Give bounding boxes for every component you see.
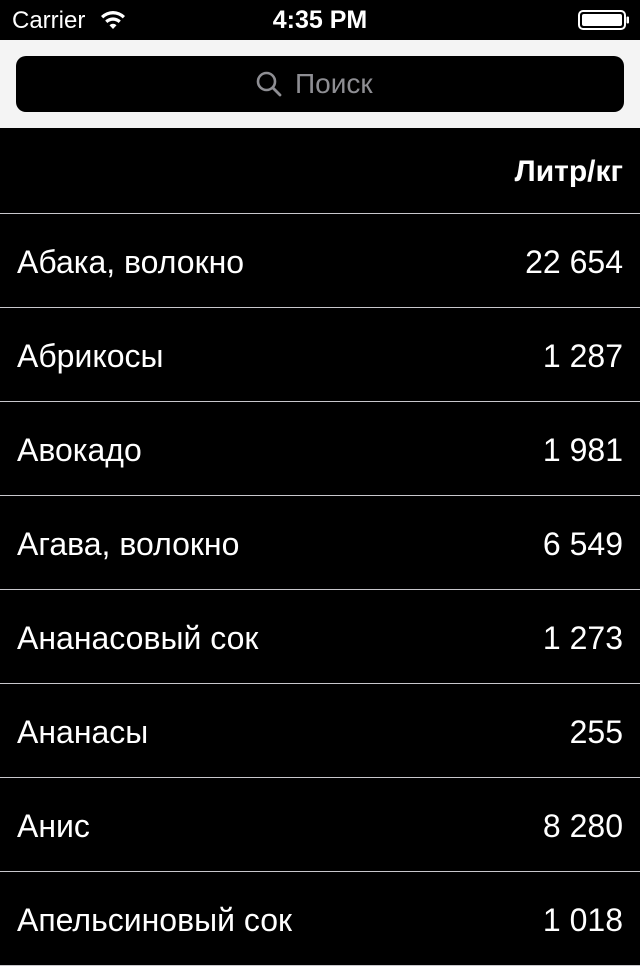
row-value: 1 981	[542, 432, 623, 468]
row-value: 1 287	[542, 338, 623, 374]
table-row[interactable]: Абака, волокно 22 654	[0, 214, 640, 308]
table-row[interactable]: Абрикосы 1 287	[0, 308, 640, 402]
table-row[interactable]: Агава, волокно 6 549	[0, 496, 640, 590]
table-row[interactable]: Анис 8 280	[0, 778, 640, 872]
search-icon	[256, 71, 282, 97]
row-name: Абака, волокно	[17, 244, 245, 280]
row-name: Агава, волокно	[17, 526, 240, 562]
row-name: Апельсиновый сок	[17, 902, 293, 938]
row-name: Абрикосы	[17, 338, 164, 374]
row-name: Ананасы	[17, 714, 149, 750]
row-value: 8 280	[542, 808, 623, 844]
table-header: Литр/кг	[0, 128, 640, 214]
products-table: Литр/кг Абака, волокно 22 654 Абрикосы 1…	[0, 128, 640, 966]
row-name: Анис	[17, 808, 90, 844]
search-bar	[0, 40, 640, 128]
row-name: Ананасовый сок	[17, 620, 259, 656]
status-bar: Carrier 4:35 PM	[0, 0, 640, 40]
table-row[interactable]: Апельсиновый сок 1 018	[0, 872, 640, 966]
column-header-liters-per-kg: Литр/кг	[514, 155, 623, 188]
table-row[interactable]: Ананасовый сок 1 273	[0, 590, 640, 684]
row-value: 1 273	[542, 620, 623, 656]
table-row[interactable]: Авокадо 1 981	[0, 402, 640, 496]
row-value: 22 654	[525, 244, 623, 280]
row-value: 6 549	[542, 526, 623, 562]
row-value: 255	[569, 714, 623, 750]
search-input[interactable]	[295, 68, 385, 100]
row-value: 1 018	[542, 902, 623, 938]
battery-icon	[578, 10, 629, 30]
status-time: 4:35 PM	[272, 6, 368, 34]
search-field[interactable]	[16, 56, 624, 112]
row-name: Авокадо	[17, 432, 142, 468]
table-row[interactable]: Ананасы 255	[0, 684, 640, 778]
